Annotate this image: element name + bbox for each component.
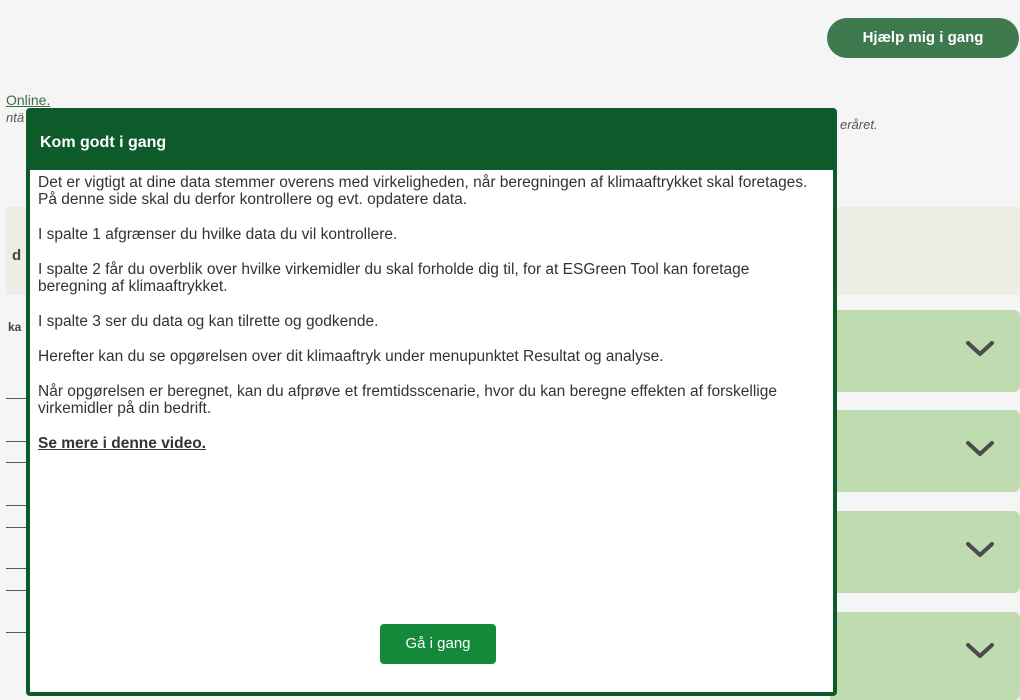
list-divider xyxy=(6,632,26,633)
chevron-down-icon xyxy=(966,643,994,658)
accordion-item[interactable] xyxy=(830,612,1020,700)
online-link[interactable]: Online. xyxy=(6,92,50,108)
list-divider xyxy=(6,505,26,506)
getting-started-dialog: Kom godt i gang Det er vigtigt at dine d… xyxy=(26,108,837,696)
help-me-start-button[interactable]: Hjælp mig i gang xyxy=(827,18,1019,58)
list-divider xyxy=(6,568,26,569)
dialog-paragraph: Når opgørelsen er beregnet, kan du afprø… xyxy=(38,383,777,417)
intro-text-fragment-right: eråret. xyxy=(840,117,878,132)
video-link[interactable]: Se mere i denne video. xyxy=(38,435,206,452)
chevron-down-icon xyxy=(966,441,994,456)
accordion-item[interactable] xyxy=(830,410,1020,492)
chevron-down-icon xyxy=(966,341,994,356)
dialog-paragraph: I spalte 1 afgrænser du hvilke data du v… xyxy=(38,226,398,243)
dialog-title: Kom godt i gang xyxy=(40,134,167,151)
list-divider xyxy=(6,398,26,399)
list-divider xyxy=(6,590,26,591)
list-divider xyxy=(6,462,26,463)
accordion-item[interactable] xyxy=(830,310,1020,392)
column-header-fragment: d xyxy=(12,247,22,264)
dialog-paragraph: I spalte 3 ser du data og kan tilrette o… xyxy=(38,313,379,330)
intro-text-fragment-left: ntä xyxy=(6,110,25,125)
accordion-item[interactable] xyxy=(830,511,1020,593)
dialog-header: Kom godt i gang xyxy=(30,112,833,170)
dialog-paragraph: Herefter kan du se opgørelsen over dit k… xyxy=(38,348,664,365)
get-started-button[interactable]: Gå i gang xyxy=(380,624,496,664)
list-divider xyxy=(6,441,26,442)
chevron-down-icon xyxy=(966,542,994,557)
list-label-fragment: ka xyxy=(8,320,22,334)
dialog-paragraph: I spalte 2 får du overblik over hvilke v… xyxy=(38,261,750,295)
list-divider xyxy=(6,527,26,528)
dialog-paragraph: Det er vigtigt at dine data stemmer over… xyxy=(38,174,808,208)
dialog-body: Det er vigtigt at dine data stemmer over… xyxy=(38,174,818,452)
